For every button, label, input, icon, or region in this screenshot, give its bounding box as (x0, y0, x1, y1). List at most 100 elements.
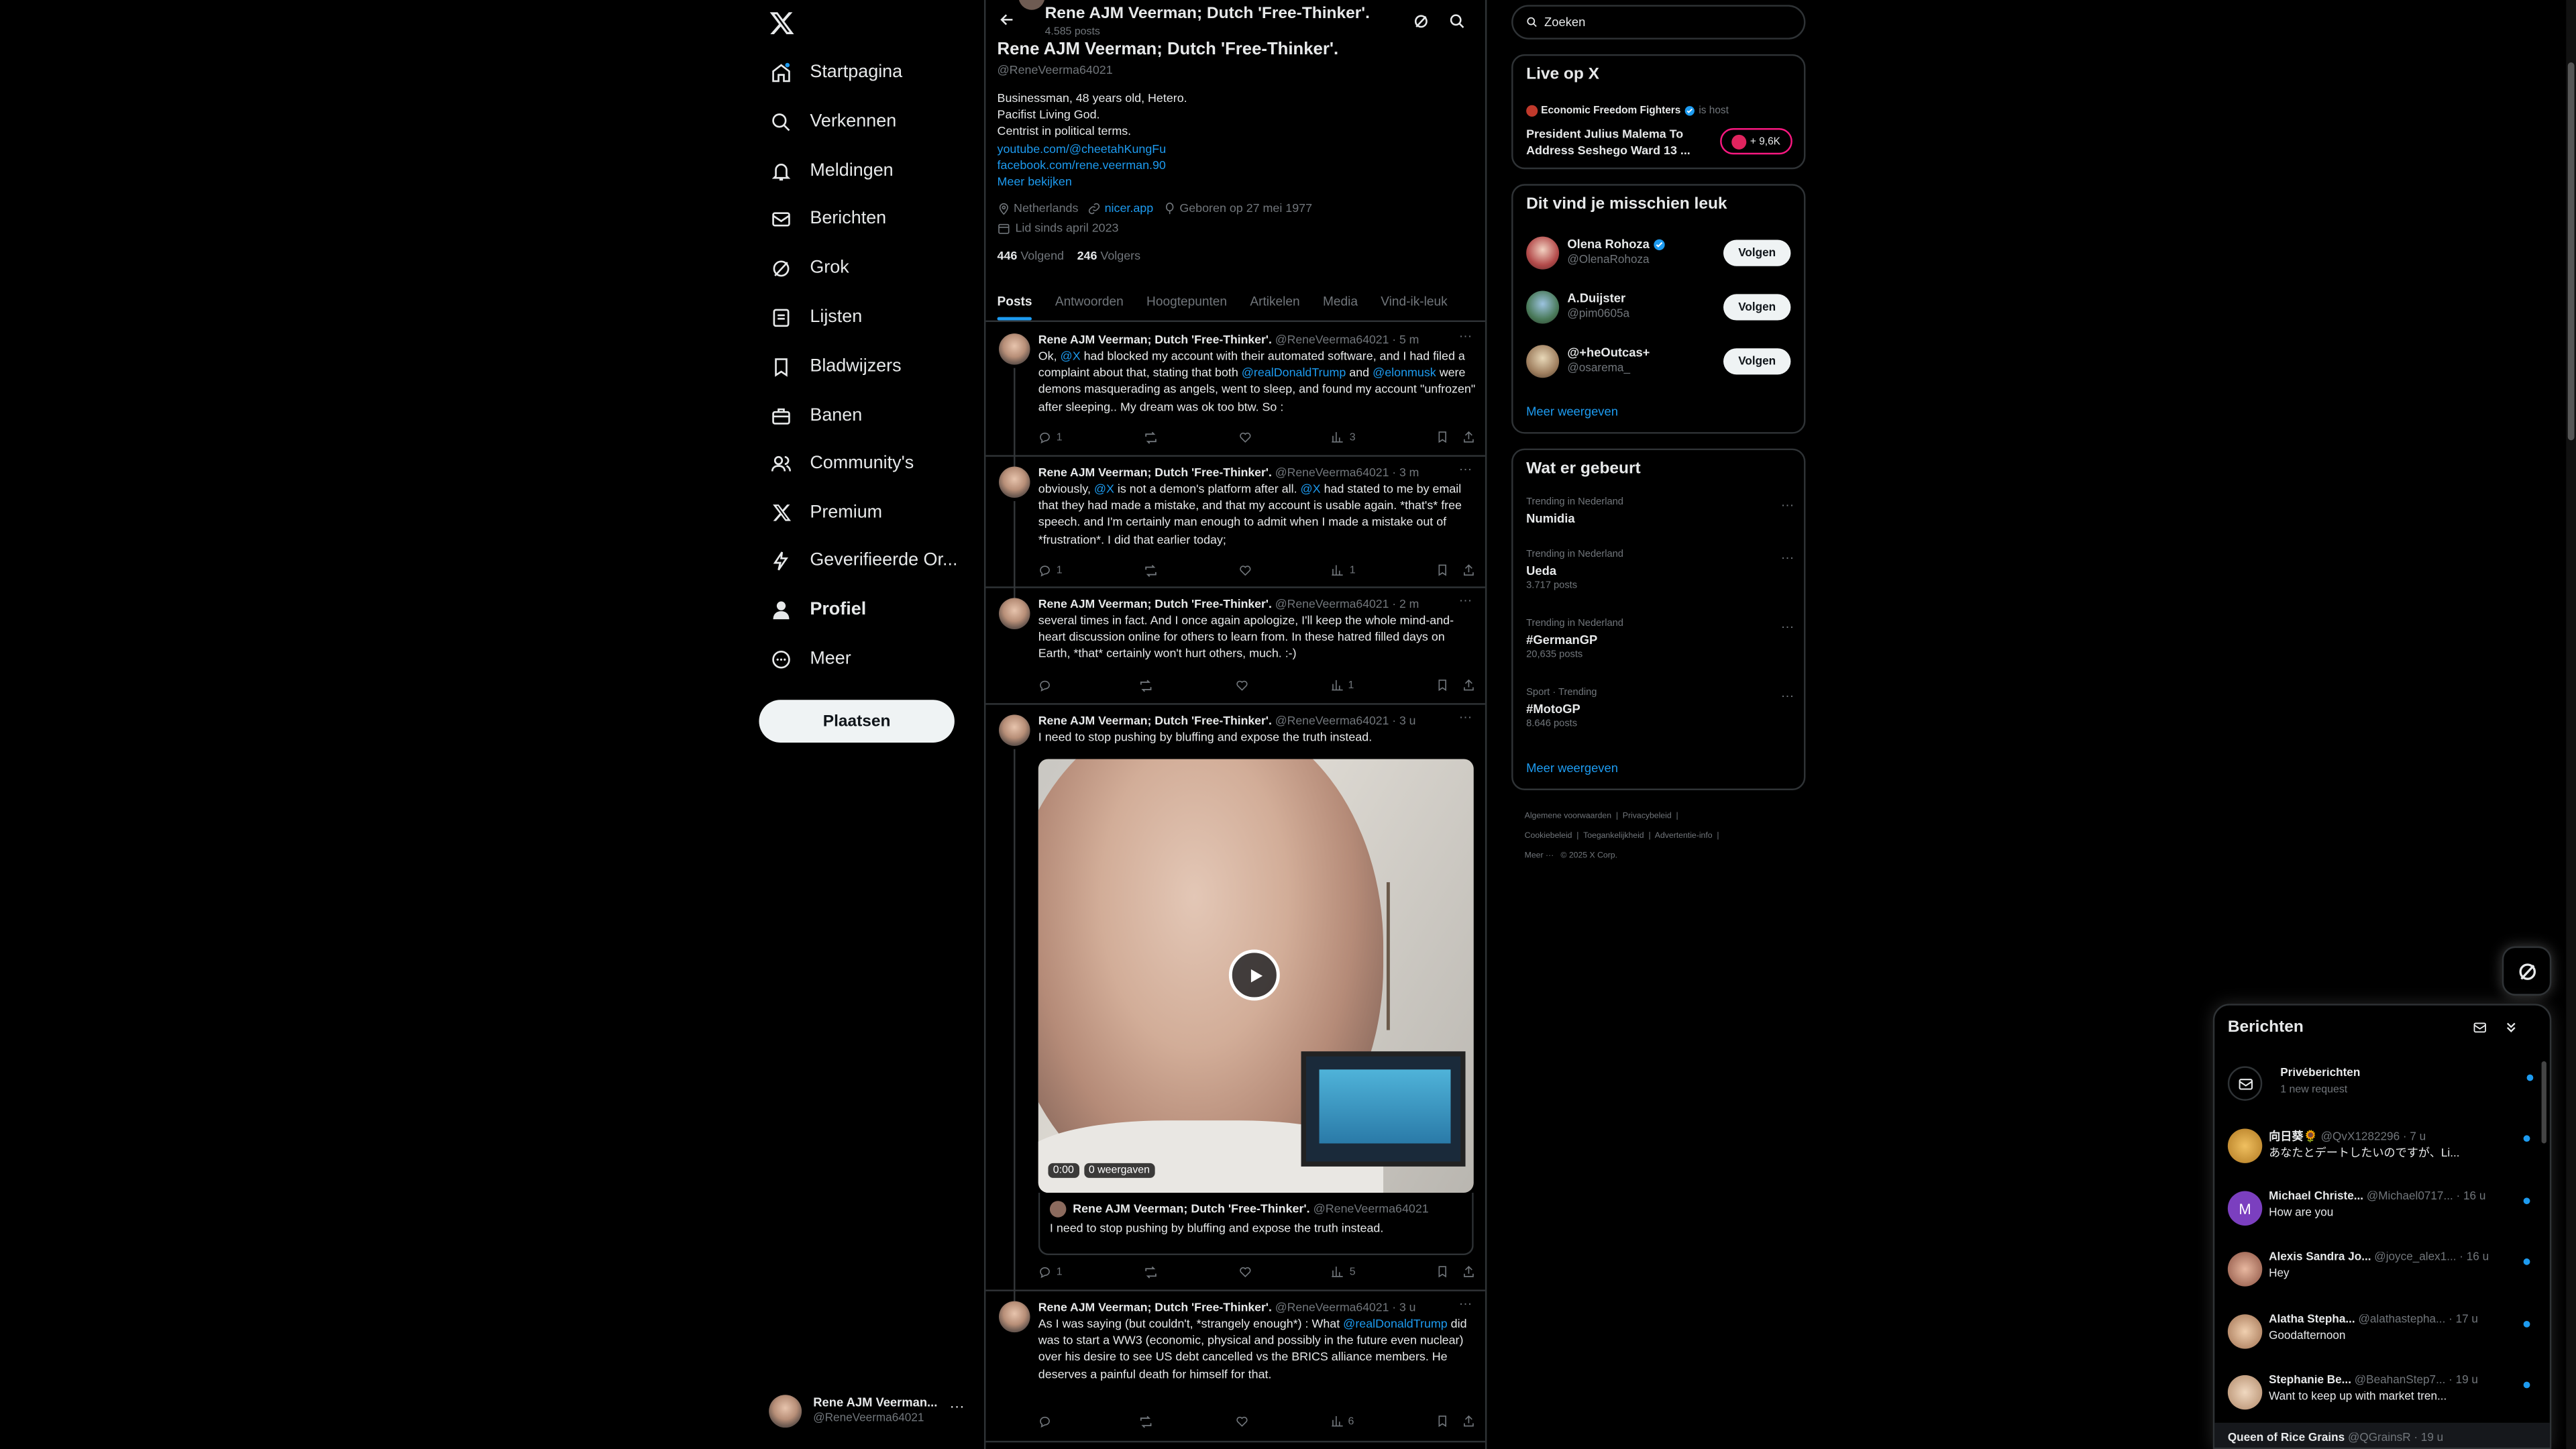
grok-icon[interactable] (1413, 13, 1429, 30)
share-icon[interactable] (1462, 431, 1476, 444)
tweet-avatar[interactable] (998, 466, 1030, 498)
views-button[interactable]: 1 (1330, 678, 1354, 692)
bio-link-youtube[interactable]: youtube.com/@cheetahKungFu (998, 141, 1187, 158)
bookmark-icon[interactable] (1436, 678, 1449, 692)
tweet-avatar[interactable] (998, 714, 1030, 746)
more-dots-icon[interactable]: ··· (1781, 498, 1794, 513)
more-dots-icon[interactable]: ··· (1459, 462, 1472, 476)
tweet[interactable]: Rene AJM Veerman; Dutch 'Free-Thinker'. … (985, 588, 1485, 705)
nav-explore[interactable]: Verkennen (769, 100, 896, 143)
reply-button[interactable] (1038, 1415, 1057, 1428)
dm-thread[interactable]: M Michael Christe... @Michael0717... · 1… (2214, 1178, 2550, 1239)
back-arrow-icon[interactable] (999, 11, 1015, 28)
sugg-name[interactable]: Olena Rohoza (1567, 237, 1666, 252)
tab-media[interactable]: Media (1311, 282, 1369, 320)
views-button[interactable]: 1 (1332, 564, 1356, 577)
tweet-avatar[interactable] (998, 1301, 1030, 1333)
show-more-link[interactable]: Meer weergeven (1526, 404, 1618, 419)
more-dots-icon[interactable]: ··· (1781, 688, 1794, 703)
more-dots-icon[interactable]: ··· (1459, 710, 1472, 724)
share-icon[interactable] (1462, 678, 1476, 692)
x-logo[interactable] (769, 10, 795, 36)
live-text[interactable]: President Julius Malema To Address Seshe… (1526, 127, 1707, 158)
collapse-icon[interactable] (2504, 1020, 2518, 1035)
views-button[interactable]: 6 (1330, 1415, 1354, 1428)
mention-link[interactable]: @X (1061, 348, 1081, 363)
page-scrollbar[interactable] (2566, 0, 2576, 1449)
followers-link[interactable]: 246 Volgers (1077, 248, 1140, 263)
tab-highlights[interactable]: Hoogtepunten (1135, 282, 1238, 320)
tweet[interactable]: Rene AJM Veerman; Dutch 'Free-Thinker'. … (985, 1291, 1485, 1443)
video-player[interactable]: 0:00 0 weergaven (1038, 759, 1474, 1193)
live-count-pill[interactable]: + 9,6K (1720, 128, 1792, 155)
nav-lists[interactable]: Lijsten (769, 296, 862, 339)
tweet-author[interactable]: Rene AJM Veerman; Dutch 'Free-Thinker'. (1038, 465, 1272, 480)
share-icon[interactable] (1462, 1415, 1476, 1428)
grok-float-button[interactable] (2502, 946, 2552, 996)
search-box[interactable]: Zoeken (1511, 5, 1806, 40)
tweet-author[interactable]: Rene AJM Veerman; Dutch 'Free-Thinker'. (1038, 332, 1272, 347)
more-dots-icon[interactable]: ··· (1781, 619, 1794, 634)
profile-website[interactable]: nicer.app (1105, 201, 1154, 215)
show-more-link[interactable]: Meer weergeven (1526, 761, 1618, 775)
trend-item[interactable]: Sport · Trending #MotoGP 8.646 posts ··· (1526, 688, 1794, 729)
bookmark-icon[interactable] (1436, 1265, 1449, 1279)
tweet-author[interactable]: Rene AJM Veerman; Dutch 'Free-Thinker'. (1038, 713, 1272, 728)
footer-link[interactable]: Toegankelijkheid (1583, 831, 1644, 841)
like-button[interactable] (1235, 1415, 1248, 1428)
more-dots-icon[interactable]: ··· (1781, 550, 1794, 565)
tab-articles[interactable]: Artikelen (1238, 282, 1311, 320)
nav-bookmarks[interactable]: Bladwijzers (769, 345, 902, 388)
follow-button[interactable]: Volgen (1723, 239, 1791, 266)
share-icon[interactable] (1462, 564, 1476, 577)
trend-item[interactable]: Trending in Nederland Numidia ··· (1526, 498, 1794, 526)
dm-thread[interactable]: Queen of Rice Grains @QGrainsR · 19 u (2214, 1422, 2550, 1448)
bio-link-facebook[interactable]: facebook.com/rene.veerman.90 (998, 158, 1187, 174)
like-button[interactable] (1238, 431, 1251, 444)
nav-premium[interactable]: Premium (769, 491, 882, 534)
mention-link[interactable]: @elonmusk (1373, 365, 1436, 380)
nav-messages[interactable]: Berichten (769, 197, 886, 240)
search-input[interactable]: Zoeken (1544, 15, 1585, 30)
avatar[interactable] (1526, 345, 1560, 378)
footer-link[interactable]: Advertentie-info (1655, 831, 1713, 841)
follow-button[interactable]: Volgen (1723, 294, 1791, 321)
repost-button[interactable] (1142, 563, 1157, 578)
footer-link[interactable]: Meer ··· (1525, 851, 1554, 861)
reply-button[interactable]: 1 (1038, 1265, 1063, 1279)
account-switcher[interactable]: Rene AJM Veerman... @ReneVeerma64021 ··· (765, 1390, 969, 1436)
tweet[interactable]: Rene AJM Veerman; Dutch 'Free-Thinker'. … (985, 457, 1485, 600)
nav-jobs[interactable]: Banen (769, 394, 862, 437)
tab-posts[interactable]: Posts (985, 282, 1043, 321)
repost-button[interactable] (1138, 1413, 1153, 1428)
following-link[interactable]: 446 Volgend (998, 248, 1064, 263)
share-icon[interactable] (1462, 1265, 1476, 1279)
like-button[interactable] (1238, 1265, 1251, 1279)
like-button[interactable] (1238, 564, 1251, 577)
nav-communities[interactable]: Community's (769, 442, 914, 485)
footer-link[interactable]: Cookiebeleid (1525, 831, 1572, 841)
live-host-row[interactable]: Economic Freedom Fighters is host (1526, 105, 1729, 117)
follow-button[interactable]: Volgen (1723, 348, 1791, 375)
avatar[interactable] (1526, 290, 1560, 324)
footer-link[interactable]: Privacybeleid (1623, 812, 1672, 822)
bookmark-icon[interactable] (1436, 431, 1449, 444)
dm-thread[interactable]: Stephanie Be... @BeahanStep7... · 19 u W… (2214, 1362, 2550, 1423)
nav-grok[interactable]: Grok (769, 246, 849, 289)
more-dots-icon[interactable]: ··· (1459, 1296, 1472, 1311)
mention-link[interactable]: @realDonaldTrump (1343, 1316, 1448, 1331)
sugg-name[interactable]: @+heOutcas+ (1567, 345, 1650, 360)
repost-button[interactable] (1142, 1265, 1157, 1279)
tweet-author[interactable]: Rene AJM Veerman; Dutch 'Free-Thinker'. (1038, 596, 1272, 611)
nav-more[interactable]: Meer (769, 637, 851, 680)
message-requests[interactable]: Privéberichten 1 new request (2214, 1055, 2550, 1116)
more-dots-icon[interactable]: ··· (1459, 329, 1472, 343)
tweet[interactable]: Rene AJM Veerman; Dutch 'Free-Thinker'. … (985, 705, 1485, 1301)
tweet-avatar[interactable] (998, 333, 1030, 365)
tab-replies[interactable]: Antwoorden (1044, 282, 1135, 320)
avatar[interactable] (1526, 236, 1560, 270)
bookmark-icon[interactable] (1436, 564, 1449, 577)
nav-verified-orgs[interactable]: Geverifieerde Or... (769, 539, 957, 582)
tab-likes[interactable]: Vind-ik-leuk (1369, 282, 1459, 320)
repost-button[interactable] (1142, 429, 1157, 444)
